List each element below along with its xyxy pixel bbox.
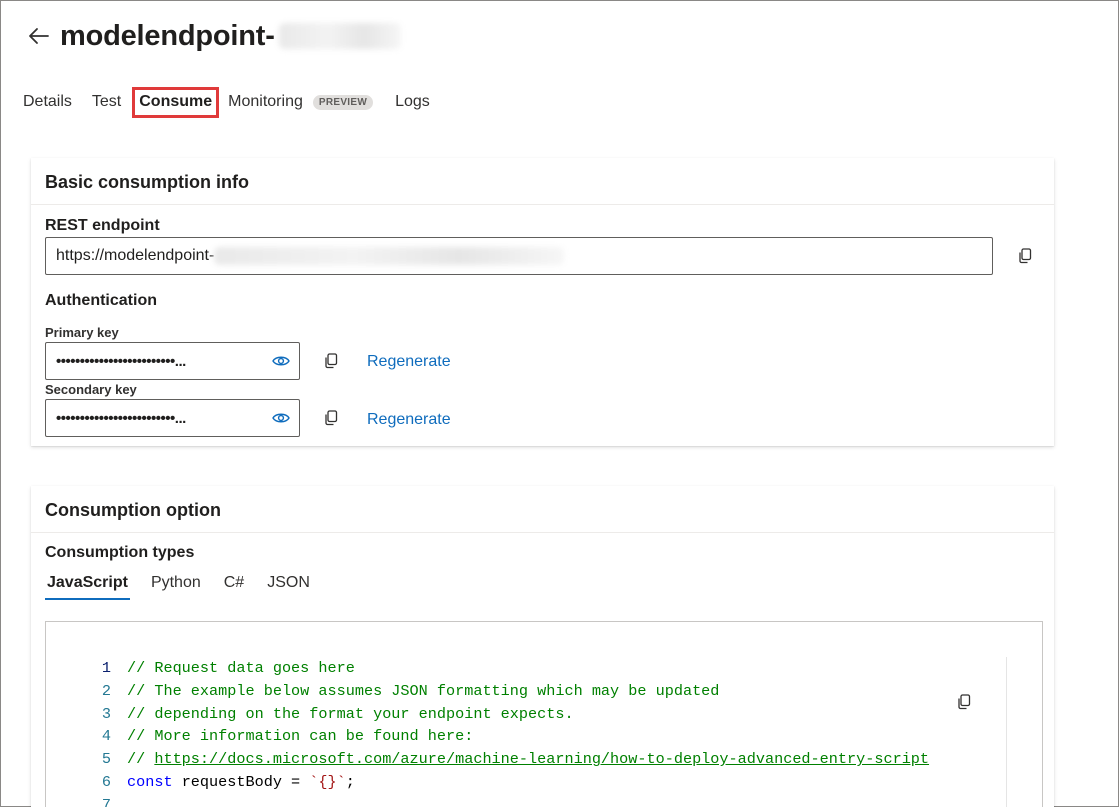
consumption-type-tabs: JavaScript Python C# JSON: [45, 572, 331, 600]
primary-key-label: Primary key: [45, 325, 119, 340]
line-number: 4: [101, 727, 111, 746]
code-comment: // depending on the format your endpoint…: [127, 704, 574, 723]
code-line: 6 const requestBody = `{}`;: [46, 771, 929, 794]
tab-csharp[interactable]: C#: [222, 572, 246, 600]
page-title: modelendpoint-: [60, 19, 275, 52]
copy-icon[interactable]: [1015, 246, 1035, 266]
redacted-url: [214, 247, 565, 265]
line-number: 2: [101, 681, 111, 700]
code-comment: // Request data goes here: [127, 659, 355, 677]
regenerate-secondary-link[interactable]: Regenerate: [367, 411, 451, 429]
line-number: 3: [101, 704, 111, 723]
editor-scrollbar[interactable]: [1006, 657, 1024, 807]
card-title: Consumption option: [31, 486, 1054, 533]
code-comment: // More information can be found here:: [127, 727, 474, 746]
line-number: 1: [101, 659, 111, 677]
code-line: 1 // Request data goes here: [46, 657, 929, 680]
secondary-key-field[interactable]: •••••••••••••••••••••••••...: [45, 399, 300, 437]
copy-icon[interactable]: [321, 408, 341, 428]
tab-consume[interactable]: Consume: [132, 86, 220, 118]
tab-logs[interactable]: Logs: [395, 93, 430, 111]
tab-json[interactable]: JSON: [265, 572, 312, 600]
tab-python[interactable]: Python: [149, 572, 203, 600]
basic-consumption-card: Basic consumption info REST endpoint htt…: [31, 158, 1054, 446]
eye-icon[interactable]: [271, 409, 291, 427]
tab-test[interactable]: Test: [92, 93, 121, 111]
line-number: 7: [101, 795, 111, 807]
code-identifier: requestBody =: [172, 772, 310, 791]
consumption-types-label: Consumption types: [45, 544, 195, 561]
code-string: `{}`: [309, 772, 346, 791]
authentication-label: Authentication: [45, 292, 157, 309]
consumption-option-card: Consumption option Consumption types Jav…: [31, 486, 1054, 807]
secondary-key-value: •••••••••••••••••••••••••...: [56, 409, 186, 427]
line-number: 5: [101, 750, 111, 769]
tab-monitoring[interactable]: Monitoring: [228, 93, 303, 111]
eye-icon[interactable]: [271, 352, 291, 370]
docs-link[interactable]: https://docs.microsoft.com/azure/machine…: [154, 750, 929, 768]
comment-prefix: //: [127, 750, 155, 769]
arrow-left-icon[interactable]: [26, 23, 52, 49]
code-editor[interactable]: 1 // Request data goes here 2 // The examp…: [45, 621, 1043, 807]
rest-endpoint-field[interactable]: https://modelendpoint-: [45, 237, 993, 275]
tab-javascript[interactable]: JavaScript: [45, 572, 130, 600]
regenerate-primary-link[interactable]: Regenerate: [367, 353, 451, 371]
code-content: 1 // Request data goes here 2 // The examp…: [46, 657, 929, 807]
copy-icon[interactable]: [954, 692, 974, 712]
code-comment: // https://docs.microsoft.com/azure/mach…: [127, 748, 929, 771]
card-title: Basic consumption info: [31, 158, 1054, 205]
code-comment: // The example below assumes JSON format…: [127, 681, 720, 700]
code-line: 5 // https://docs.microsoft.com/azure/mac…: [46, 748, 929, 771]
rest-endpoint-value: https://modelendpoint-: [56, 247, 215, 264]
line-number: 6: [101, 772, 111, 791]
code-line: 4 // More information can be found here:: [46, 725, 929, 748]
primary-key-field[interactable]: •••••••••••••••••••••••••...: [45, 342, 300, 380]
redacted-name: [278, 23, 401, 49]
page-header: modelendpoint-: [26, 16, 401, 56]
rest-endpoint-label: REST endpoint: [45, 217, 160, 234]
preview-badge: PREVIEW: [312, 94, 374, 110]
code-line: 2 // The example below assumes JSON forma…: [46, 680, 929, 703]
code-line: 3 // depending on the format your endpoin…: [46, 703, 929, 726]
code-punctuation: ;: [345, 772, 355, 791]
secondary-key-label: Secondary key: [45, 382, 137, 397]
endpoint-tabs: Details Test Consume Monitoring PREVIEW …: [23, 86, 450, 118]
primary-key-value: •••••••••••••••••••••••••...: [56, 352, 186, 370]
copy-icon[interactable]: [321, 351, 341, 371]
tab-details[interactable]: Details: [23, 93, 72, 111]
code-keyword: const: [127, 772, 173, 791]
code-line: 7: [46, 794, 929, 807]
